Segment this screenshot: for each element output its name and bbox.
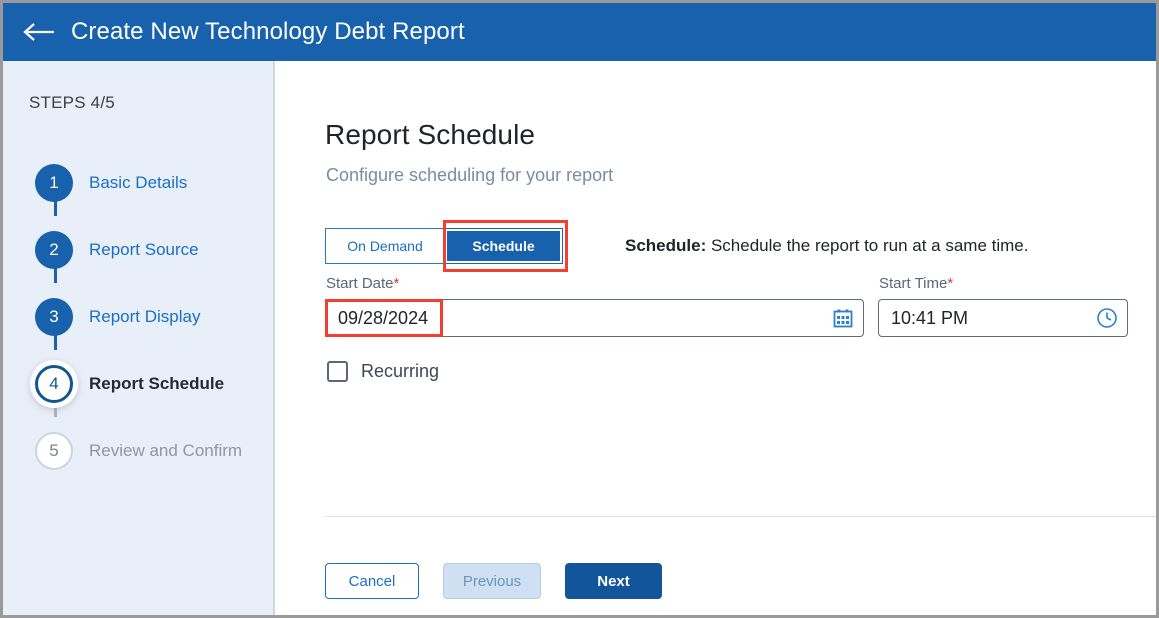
sidebar-step-report-display[interactable]: 3 Report Display (3, 283, 275, 350)
schedule-mode-toggle-group: On Demand Schedule (325, 220, 568, 272)
start-time-label: Start Time* (879, 275, 953, 292)
start-time-input[interactable]: 10:41 PM (878, 299, 1128, 337)
step-list: 1 Basic Details 2 Report Source 3 Report… (3, 149, 275, 484)
start-date-label-text: Start Date (326, 275, 394, 292)
step-number-badge: 2 (35, 230, 73, 269)
recurring-checkbox[interactable] (327, 361, 348, 382)
cancel-button[interactable]: Cancel (325, 563, 419, 599)
start-date-value[interactable]: 09/28/2024 (326, 308, 823, 329)
sidebar-step-review-and-confirm[interactable]: 5 Review and Confirm (3, 417, 275, 484)
start-time-value[interactable]: 10:41 PM (879, 308, 1087, 329)
step-label: Review and Confirm (89, 440, 243, 460)
required-marker: * (393, 275, 400, 292)
schedule-mode-row: On Demand Schedule Schedule: Schedule th… (325, 220, 1028, 272)
sidebar-step-report-source[interactable]: 2 Report Source (3, 216, 275, 283)
step-label: Report Source (89, 239, 199, 259)
step-number-badge: 4 (35, 364, 73, 403)
start-date-input[interactable]: 09/28/2024 (325, 299, 864, 337)
step-label: Basic Details (89, 172, 188, 192)
schedule-mode-description: Schedule: Schedule the report to run at … (625, 236, 1028, 256)
steps-counter-label: STEPS 4/5 (29, 93, 115, 112)
sidebar-step-report-schedule[interactable]: 4 Report Schedule (3, 350, 275, 417)
previous-button[interactable]: Previous (443, 563, 541, 599)
wizard-footer: Cancel Previous Next (325, 563, 662, 599)
page-title: Create New Technology Debt Report (71, 18, 465, 45)
step-number-badge: 5 (35, 431, 73, 470)
wizard-sidebar: STEPS 4/5 1 Basic Details 2 Report Sourc… (3, 61, 275, 615)
step-label: Report Schedule (89, 373, 225, 393)
step-label: Report Display (89, 306, 201, 326)
on-demand-toggle-button[interactable]: On Demand (325, 228, 444, 264)
step-number-badge: 3 (35, 297, 73, 336)
app-header: Create New Technology Debt Report (3, 3, 1156, 61)
clock-icon[interactable] (1087, 307, 1127, 329)
start-time-label-text: Start Time (879, 275, 948, 292)
back-arrow-icon[interactable] (19, 17, 59, 47)
section-subtitle: Configure scheduling for your report (326, 165, 614, 185)
footer-divider (325, 516, 1156, 517)
calendar-icon[interactable] (823, 308, 863, 328)
next-button[interactable]: Next (565, 563, 662, 599)
schedule-mode-description-text: Schedule the report to run at a same tim… (706, 236, 1029, 255)
wizard-content-panel: Report Schedule Configure scheduling for… (277, 61, 1156, 615)
create-report-wizard-window: Create New Technology Debt Report STEPS … (0, 0, 1159, 618)
recurring-checkbox-row[interactable]: Recurring (327, 361, 439, 382)
section-title: Report Schedule (325, 119, 536, 150)
sidebar-step-basic-details[interactable]: 1 Basic Details (3, 149, 275, 216)
required-marker: * (947, 275, 954, 292)
schedule-mode-description-term: Schedule: (625, 236, 707, 255)
schedule-toggle-button[interactable]: Schedule (444, 228, 563, 264)
step-number-badge: 1 (35, 163, 73, 202)
start-date-label: Start Date* (326, 275, 399, 292)
recurring-label: Recurring (361, 361, 440, 381)
